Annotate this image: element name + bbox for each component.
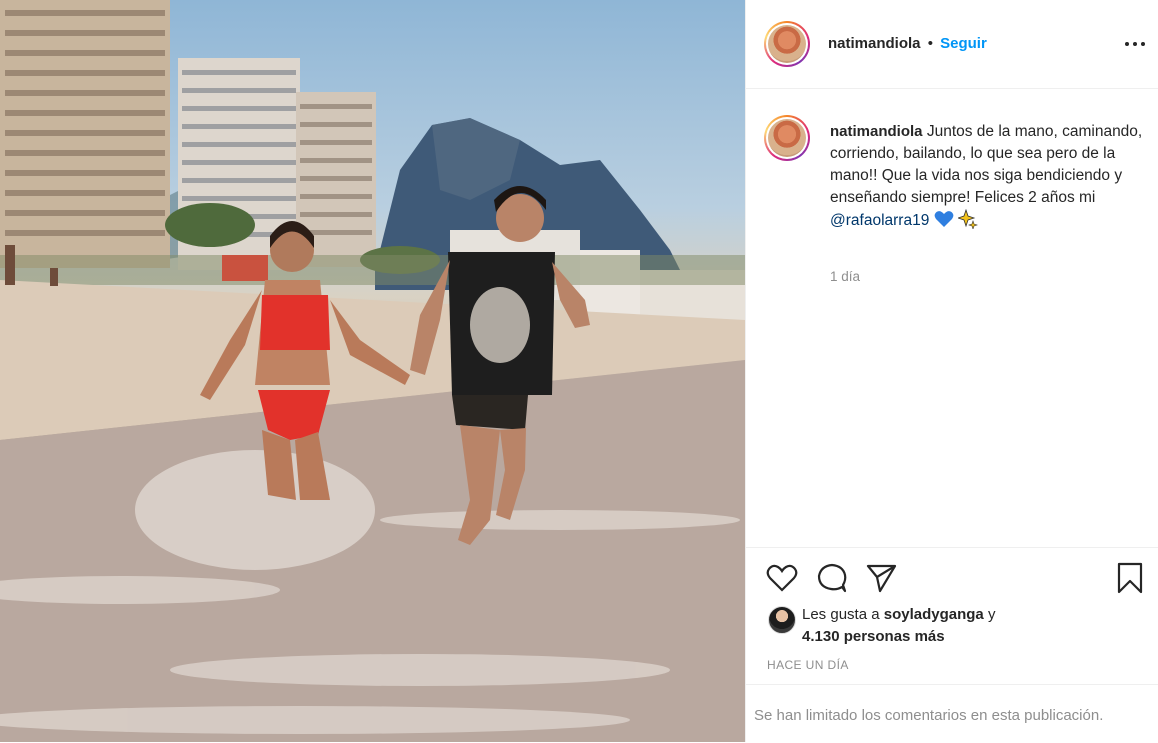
likes-others[interactable]: 4.130 personas más [802,626,945,648]
mention-link[interactable]: @rafaolarra19 [830,212,929,229]
comments-limited-text: Se han limitado los comentarios en esta … [754,707,1104,724]
author-username[interactable]: natimandiola [828,35,921,52]
send-icon[interactable] [866,563,898,593]
post-panel: natimandiola • Seguir natimandiola Junto… [745,0,1158,742]
follow-button[interactable]: Seguir [940,35,987,52]
post-header: natimandiola • Seguir [746,0,1158,89]
likes-conjunction: y [983,606,996,623]
liker-username[interactable]: soyladyganga [884,606,984,623]
caption-text: natimandiola Juntos de la mano, caminand… [830,121,1148,232]
posted-ago[interactable]: HACE UN DÍA [767,658,849,672]
caption-username[interactable]: natimandiola [830,123,923,140]
header-user: natimandiola • Seguir [828,35,987,52]
comment-icon[interactable] [816,563,848,593]
actions-section: Les gusta a soyladyganga y 4.130 persona… [746,547,1158,743]
author-avatar[interactable] [764,21,810,67]
caption-avatar[interactable] [764,115,810,161]
caption-time[interactable]: 1 día [830,269,860,284]
heart-icon[interactable] [766,564,798,592]
beach-scene [0,0,745,742]
likes-line: Les gusta a soyladyganga y [802,604,995,626]
sparkles-emoji [957,209,978,229]
separator-dot: • [927,35,933,52]
liker-avatar[interactable] [768,606,796,634]
likes-prefix: Les gusta a [802,606,884,623]
more-options-icon[interactable] [1125,32,1147,54]
blue-heart-emoji [934,211,954,227]
comments-limited-notice: Se han limitado los comentarios en esta … [746,684,1158,743]
bookmark-icon[interactable] [1116,562,1144,594]
post-photo[interactable] [0,0,745,742]
